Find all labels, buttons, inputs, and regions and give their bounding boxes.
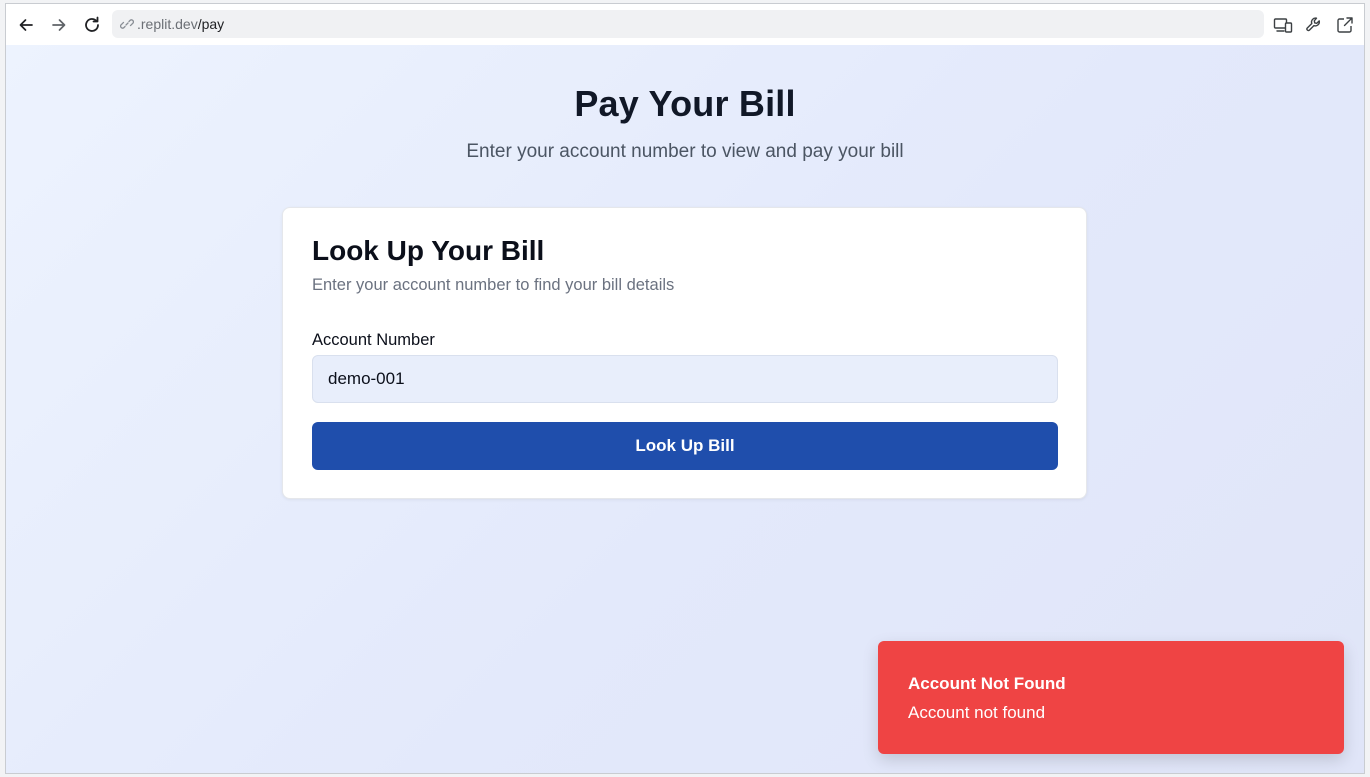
link-icon [120, 17, 134, 31]
page-content: Pay Your Bill Enter your account number … [6, 45, 1364, 773]
url-path: /pay [197, 16, 225, 32]
open-in-new-tab-button[interactable] [1332, 11, 1358, 39]
reload-icon [85, 16, 99, 32]
page-title: Pay Your Bill [574, 83, 796, 124]
back-button[interactable] [12, 11, 40, 39]
browser-window: .replit.dev/pay Pay Your Bill Enter your… [5, 3, 1365, 774]
card-description: Enter your account number to find your b… [312, 276, 675, 294]
device-toggle-button[interactable] [1270, 11, 1296, 39]
error-toast[interactable]: Account Not Found Account not found [878, 641, 1344, 754]
url-host: .replit.dev [137, 16, 198, 32]
back-arrow-icon [19, 19, 33, 31]
devtools-button[interactable] [1301, 11, 1327, 39]
forward-arrow-icon [52, 19, 66, 31]
account-number-label: Account Number [312, 331, 435, 349]
open-external-icon [1337, 17, 1353, 33]
forward-button[interactable] [45, 11, 73, 39]
wrench-icon [1306, 17, 1320, 32]
reload-button[interactable] [78, 11, 106, 39]
page-subtitle: Enter your account number to view and pa… [466, 141, 904, 162]
bill-lookup-card: Look Up Your Bill Enter your account num… [282, 207, 1087, 499]
browser-toolbar: .replit.dev/pay [6, 4, 1364, 45]
account-number-input[interactable] [312, 355, 1058, 403]
toast-title: Account Not Found [908, 674, 1066, 693]
card-title: Look Up Your Bill [312, 235, 545, 266]
address-bar[interactable]: .replit.dev/pay [112, 10, 1264, 38]
toast-message: Account not found [908, 703, 1046, 722]
look-up-bill-button[interactable]: Look Up Bill [312, 422, 1058, 470]
devices-icon [1273, 18, 1293, 33]
